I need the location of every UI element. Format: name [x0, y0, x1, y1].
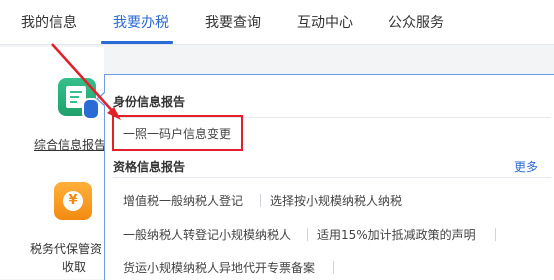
item-divider [333, 261, 334, 274]
identity-info-report-title: 身份信息报告 [113, 95, 186, 109]
money-bag-icon[interactable]: ¥ [54, 182, 92, 220]
qualification-info-report-title: 资格信息报告 [113, 160, 186, 174]
tab-query[interactable]: 我要查询 [205, 12, 261, 32]
section-divider [113, 177, 551, 178]
top-nav: 我的信息 我要办税 我要查询 互动中心 公众服务 [0, 0, 554, 45]
deduction-policy-declaration-link[interactable]: 适用15%加计抵减政策的声明 [317, 226, 476, 243]
freight-special-invoice-filing-link[interactable]: 货运小规模纳税人异地代开专票备案 [123, 259, 315, 276]
item-divider [495, 228, 496, 241]
highlight-box [112, 115, 243, 151]
tab-my-info[interactable]: 我的信息 [21, 12, 77, 32]
tax-custody-label-line2[interactable]: 收取 [62, 258, 86, 275]
tab-tax-handling[interactable]: 我要办税 [113, 12, 169, 32]
tab-public-service[interactable]: 公众服务 [388, 12, 444, 32]
tax-custody-label-line1[interactable]: 税务代保管资 [30, 240, 102, 257]
item-divider [307, 228, 308, 241]
vat-general-taxpayer-registration-link[interactable]: 增值税一般纳税人登记 [123, 192, 243, 209]
more-link[interactable]: 更多 [514, 158, 538, 175]
document-mic-icon[interactable] [58, 78, 100, 120]
active-tab-indicator [101, 41, 173, 44]
item-divider [260, 194, 261, 207]
tab-interaction-center[interactable]: 互动中心 [297, 12, 353, 32]
general-to-small-scale-link[interactable]: 一般纳税人转登记小规模纳税人 [123, 226, 291, 243]
comprehensive-info-report-link[interactable]: 综合信息报告 [34, 136, 106, 153]
small-scale-taxpayer-option-link[interactable]: 选择按小规模纳税人纳税 [270, 192, 402, 209]
yen-icon: ¥ [63, 191, 83, 211]
